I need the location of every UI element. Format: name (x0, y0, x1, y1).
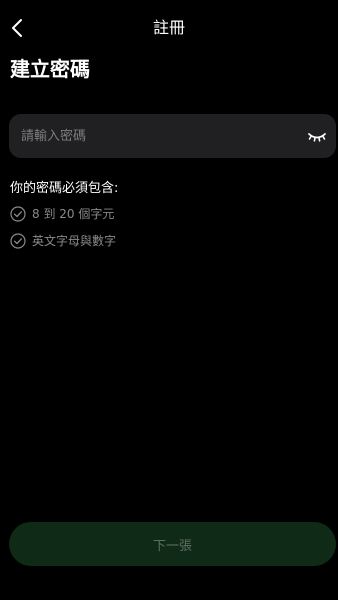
requirement-label: 8 到 20 個字元 (32, 207, 115, 221)
password-input[interactable] (21, 114, 291, 158)
requirement-alphanumeric: 英文字母與數字 (10, 232, 116, 250)
header-title: 註冊 (152, 18, 185, 37)
header-bar: 註冊 (0, 0, 338, 56)
check-circle-icon (10, 233, 26, 249)
password-visibility-toggle[interactable] (307, 127, 327, 145)
requirement-length: 8 到 20 個字元 (10, 205, 114, 223)
requirements-title: 你的密碼必須包含: (10, 181, 119, 196)
next-button[interactable]: 下一張 (9, 522, 336, 566)
password-field[interactable] (9, 114, 336, 158)
check-circle-icon (10, 206, 26, 222)
requirement-label: 英文字母與數字 (32, 234, 117, 248)
page-title: 建立密碼 (10, 57, 90, 81)
eye-closed-icon (308, 133, 326, 142)
next-button-label: 下一張 (152, 538, 192, 554)
